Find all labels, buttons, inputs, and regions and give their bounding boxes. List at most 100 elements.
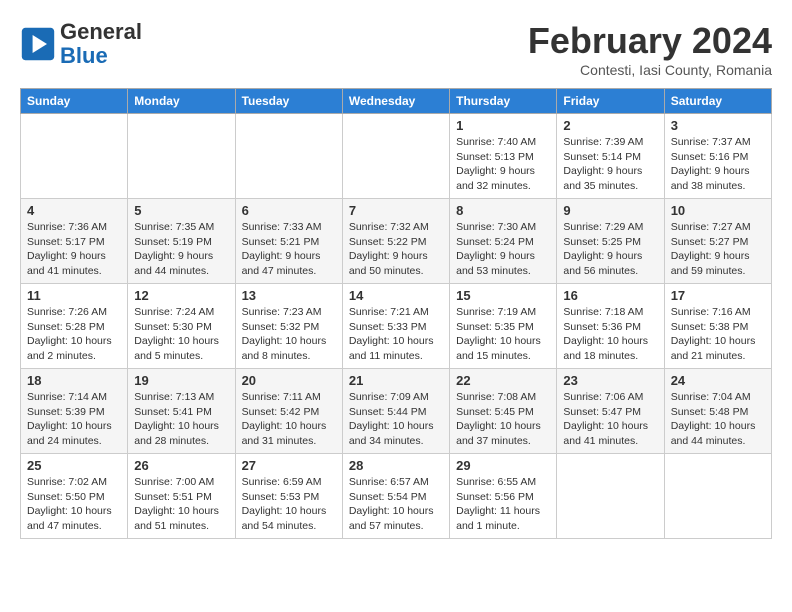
day-number: 8 [456,203,550,218]
logo-icon [20,26,56,62]
day-info: Sunrise: 6:59 AM Sunset: 5:53 PM Dayligh… [242,475,336,534]
calendar-cell [128,114,235,199]
calendar-cell: 8 Sunrise: 7:30 AM Sunset: 5:24 PM Daylig… [450,199,557,284]
day-info: Sunrise: 7:33 AM Sunset: 5:21 PM Dayligh… [242,220,336,279]
day-number: 28 [349,458,443,473]
day-info: Sunrise: 6:57 AM Sunset: 5:54 PM Dayligh… [349,475,443,534]
calendar-cell [342,114,449,199]
day-number: 3 [671,118,765,133]
calendar-table: SundayMondayTuesdayWednesdayThursdayFrid… [20,88,772,539]
calendar-cell: 21 Sunrise: 7:09 AM Sunset: 5:44 PM Dayli… [342,369,449,454]
day-info: Sunrise: 7:09 AM Sunset: 5:44 PM Dayligh… [349,390,443,449]
day-info: Sunrise: 7:21 AM Sunset: 5:33 PM Dayligh… [349,305,443,364]
day-info: Sunrise: 7:08 AM Sunset: 5:45 PM Dayligh… [456,390,550,449]
header-tuesday: Tuesday [235,89,342,114]
calendar-cell: 19 Sunrise: 7:13 AM Sunset: 5:41 PM Dayli… [128,369,235,454]
calendar-cell: 10Sunrise: 7:27 AM Sunset: 5:27 PM Dayli… [664,199,771,284]
day-info: Sunrise: 7:36 AM Sunset: 5:17 PM Dayligh… [27,220,121,279]
calendar-cell [21,114,128,199]
day-info: Sunrise: 7:13 AM Sunset: 5:41 PM Dayligh… [134,390,228,449]
header-saturday: Saturday [664,89,771,114]
day-info: Sunrise: 7:06 AM Sunset: 5:47 PM Dayligh… [563,390,657,449]
calendar-cell: 20Sunrise: 7:11 AM Sunset: 5:42 PM Dayli… [235,369,342,454]
page-header: General Blue February 2024 Contesti, Ias… [20,20,772,78]
day-number: 24 [671,373,765,388]
day-info: Sunrise: 7:39 AM Sunset: 5:14 PM Dayligh… [563,135,657,194]
header-wednesday: Wednesday [342,89,449,114]
calendar-cell: 29 Sunrise: 6:55 AM Sunset: 5:56 PM Dayli… [450,454,557,539]
day-info: Sunrise: 6:55 AM Sunset: 5:56 PM Dayligh… [456,475,550,534]
day-number: 6 [242,203,336,218]
calendar-cell: 28 Sunrise: 6:57 AM Sunset: 5:54 PM Dayli… [342,454,449,539]
calendar-cell: 25 Sunrise: 7:02 AM Sunset: 5:50 PM Dayli… [21,454,128,539]
calendar-cell: 1 Sunrise: 7:40 AM Sunset: 5:13 PM Daylig… [450,114,557,199]
calendar-cell: 18 Sunrise: 7:14 AM Sunset: 5:39 PM Dayli… [21,369,128,454]
day-number: 4 [27,203,121,218]
day-number: 21 [349,373,443,388]
calendar-cell: 9Sunrise: 7:29 AM Sunset: 5:25 PM Daylig… [557,199,664,284]
day-number: 13 [242,288,336,303]
month-title: February 2024 [528,20,772,62]
day-number: 7 [349,203,443,218]
calendar-cell: 27 Sunrise: 6:59 AM Sunset: 5:53 PM Dayli… [235,454,342,539]
day-info: Sunrise: 7:32 AM Sunset: 5:22 PM Dayligh… [349,220,443,279]
day-number: 11 [27,288,121,303]
calendar-cell: 12 Sunrise: 7:24 AM Sunset: 5:30 PM Dayli… [128,284,235,369]
day-info: Sunrise: 7:27 AM Sunset: 5:27 PM Dayligh… [671,220,765,279]
day-info: Sunrise: 7:40 AM Sunset: 5:13 PM Dayligh… [456,135,550,194]
calendar-cell: 23Sunrise: 7:06 AM Sunset: 5:47 PM Dayli… [557,369,664,454]
logo: General Blue [20,20,142,68]
calendar-cell [664,454,771,539]
calendar-cell: 22 Sunrise: 7:08 AM Sunset: 5:45 PM Dayli… [450,369,557,454]
calendar-cell: 17Sunrise: 7:16 AM Sunset: 5:38 PM Dayli… [664,284,771,369]
title-block: February 2024 Contesti, Iasi County, Rom… [528,20,772,78]
day-number: 12 [134,288,228,303]
location-subtitle: Contesti, Iasi County, Romania [528,62,772,78]
logo-text: General Blue [60,20,142,68]
day-number: 26 [134,458,228,473]
calendar-cell: 14Sunrise: 7:21 AM Sunset: 5:33 PM Dayli… [342,284,449,369]
day-number: 2 [563,118,657,133]
day-number: 29 [456,458,550,473]
calendar-cell: 11 Sunrise: 7:26 AM Sunset: 5:28 PM Dayli… [21,284,128,369]
calendar-cell: 16Sunrise: 7:18 AM Sunset: 5:36 PM Dayli… [557,284,664,369]
day-info: Sunrise: 7:00 AM Sunset: 5:51 PM Dayligh… [134,475,228,534]
day-number: 18 [27,373,121,388]
day-number: 20 [242,373,336,388]
calendar-week-1: 1 Sunrise: 7:40 AM Sunset: 5:13 PM Daylig… [21,114,772,199]
day-info: Sunrise: 7:26 AM Sunset: 5:28 PM Dayligh… [27,305,121,364]
header-sunday: Sunday [21,89,128,114]
day-info: Sunrise: 7:37 AM Sunset: 5:16 PM Dayligh… [671,135,765,194]
calendar-cell: 13Sunrise: 7:23 AM Sunset: 5:32 PM Dayli… [235,284,342,369]
calendar-header-row: SundayMondayTuesdayWednesdayThursdayFrid… [21,89,772,114]
day-info: Sunrise: 7:19 AM Sunset: 5:35 PM Dayligh… [456,305,550,364]
calendar-body: 1 Sunrise: 7:40 AM Sunset: 5:13 PM Daylig… [21,114,772,539]
calendar-week-5: 25 Sunrise: 7:02 AM Sunset: 5:50 PM Dayli… [21,454,772,539]
day-number: 9 [563,203,657,218]
day-info: Sunrise: 7:35 AM Sunset: 5:19 PM Dayligh… [134,220,228,279]
calendar-week-2: 4 Sunrise: 7:36 AM Sunset: 5:17 PM Daylig… [21,199,772,284]
calendar-cell: 15Sunrise: 7:19 AM Sunset: 5:35 PM Dayli… [450,284,557,369]
logo-blue: Blue [60,43,108,68]
day-info: Sunrise: 7:30 AM Sunset: 5:24 PM Dayligh… [456,220,550,279]
day-number: 19 [134,373,228,388]
day-info: Sunrise: 7:24 AM Sunset: 5:30 PM Dayligh… [134,305,228,364]
day-info: Sunrise: 7:04 AM Sunset: 5:48 PM Dayligh… [671,390,765,449]
day-number: 1 [456,118,550,133]
day-info: Sunrise: 7:14 AM Sunset: 5:39 PM Dayligh… [27,390,121,449]
calendar-cell [557,454,664,539]
calendar-cell: 26 Sunrise: 7:00 AM Sunset: 5:51 PM Dayli… [128,454,235,539]
day-number: 16 [563,288,657,303]
calendar-cell: 3 Sunrise: 7:37 AM Sunset: 5:16 PM Daylig… [664,114,771,199]
calendar-cell: 2 Sunrise: 7:39 AM Sunset: 5:14 PM Daylig… [557,114,664,199]
day-number: 27 [242,458,336,473]
calendar-cell: 7 Sunrise: 7:32 AM Sunset: 5:22 PM Daylig… [342,199,449,284]
header-thursday: Thursday [450,89,557,114]
calendar-week-3: 11 Sunrise: 7:26 AM Sunset: 5:28 PM Dayli… [21,284,772,369]
day-info: Sunrise: 7:16 AM Sunset: 5:38 PM Dayligh… [671,305,765,364]
calendar-cell: 5Sunrise: 7:35 AM Sunset: 5:19 PM Daylig… [128,199,235,284]
day-info: Sunrise: 7:02 AM Sunset: 5:50 PM Dayligh… [27,475,121,534]
calendar-week-4: 18 Sunrise: 7:14 AM Sunset: 5:39 PM Dayli… [21,369,772,454]
day-number: 25 [27,458,121,473]
day-number: 22 [456,373,550,388]
